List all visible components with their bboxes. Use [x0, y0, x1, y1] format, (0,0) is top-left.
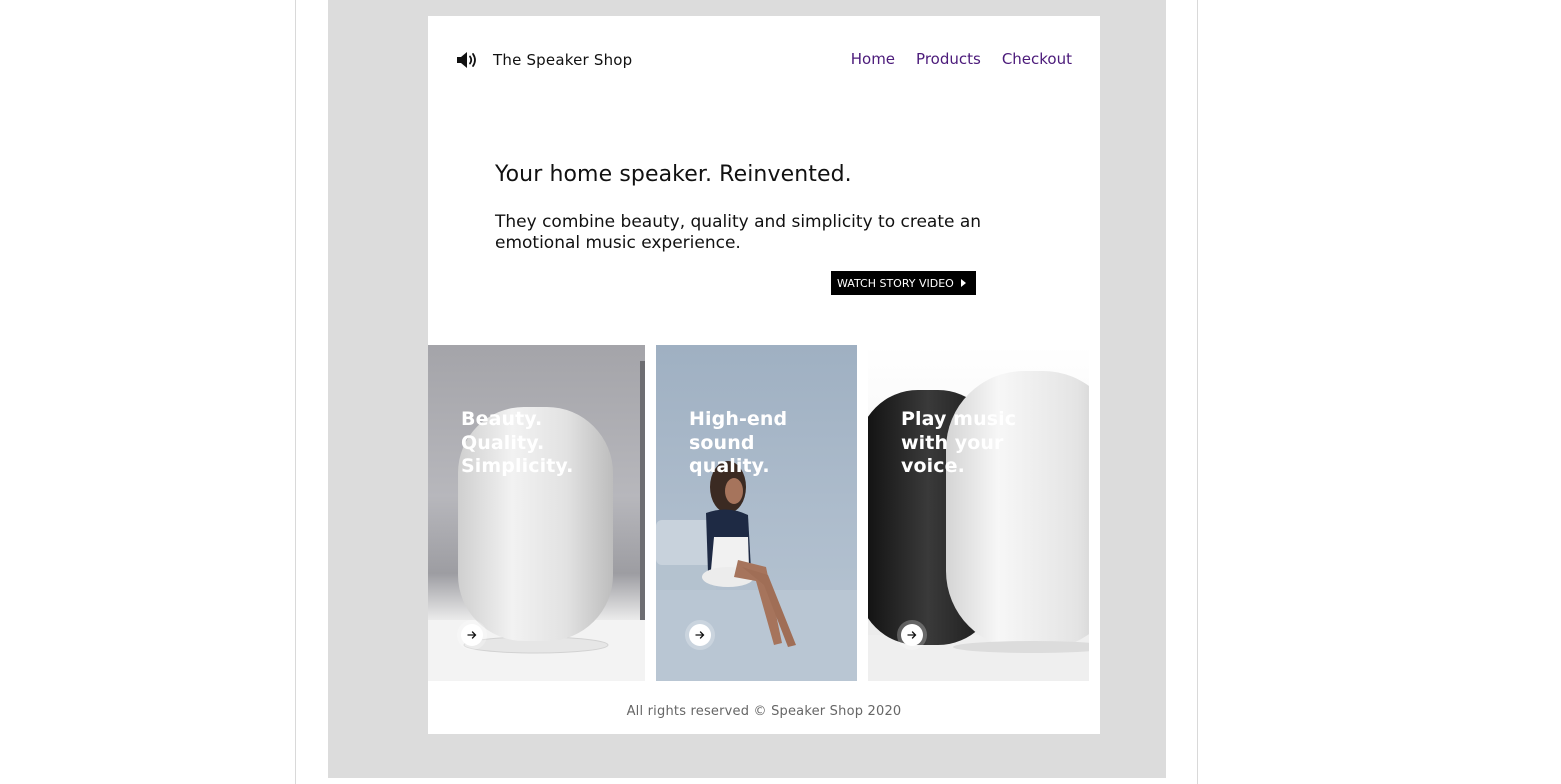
site-footer: All rights reserved © Speaker Shop 2020 — [428, 704, 1100, 719]
hero-subtitle: They combine beauty, quality and simplic… — [495, 212, 982, 253]
card-title-line: Quality. — [461, 431, 545, 454]
feature-cards: Beauty. Quality. Simplicity. High-end so… — [428, 345, 1089, 681]
arrow-right-icon[interactable] — [689, 624, 711, 646]
nav-link-checkout[interactable]: Checkout — [1002, 50, 1072, 68]
feature-card-voice[interactable]: Play music with your voice. — [868, 345, 1089, 681]
arrow-right-icon[interactable] — [901, 624, 923, 646]
watch-story-video-label: WATCH STORY VIDEO — [837, 276, 954, 290]
arrow-right-icon[interactable] — [461, 624, 483, 646]
brand-logo-link[interactable]: The Speaker Shop — [456, 51, 632, 69]
site-container: The Speaker Shop Home Products Checkout … — [428, 16, 1100, 734]
card-title-line: Beauty. — [461, 408, 543, 430]
card-title-line: sound — [689, 431, 755, 454]
nav-link-home[interactable]: Home — [851, 50, 895, 68]
card-title-line: High-end — [689, 408, 788, 430]
hero-title: Your home speaker. Reinvented. — [495, 162, 852, 187]
site-header: The Speaker Shop Home Products Checkout — [428, 16, 1100, 96]
nav-link-products[interactable]: Products — [916, 50, 981, 68]
card-title-line: voice. — [901, 455, 965, 477]
copyright-text: All rights reserved © Speaker Shop 2020 — [626, 704, 902, 719]
card-title: High-end sound quality. — [689, 408, 787, 479]
main-nav: Home Products Checkout — [830, 50, 1072, 68]
play-icon — [960, 279, 966, 287]
brand-name: The Speaker Shop — [493, 51, 633, 69]
card-title-line: with your — [901, 431, 1004, 454]
speaker-icon — [456, 51, 479, 69]
card-title-line: Play music — [901, 408, 1017, 430]
card-title: Beauty. Quality. Simplicity. — [461, 408, 573, 479]
card-title: Play music with your voice. — [901, 408, 1016, 479]
card-title-line: Simplicity. — [461, 455, 574, 477]
feature-card-sound[interactable]: High-end sound quality. — [656, 345, 857, 681]
woman-sitting-image — [656, 461, 857, 681]
watch-story-video-button[interactable]: WATCH STORY VIDEO — [831, 271, 976, 295]
feature-card-beauty[interactable]: Beauty. Quality. Simplicity. — [428, 345, 645, 681]
card-title-line: quality. — [689, 455, 770, 477]
